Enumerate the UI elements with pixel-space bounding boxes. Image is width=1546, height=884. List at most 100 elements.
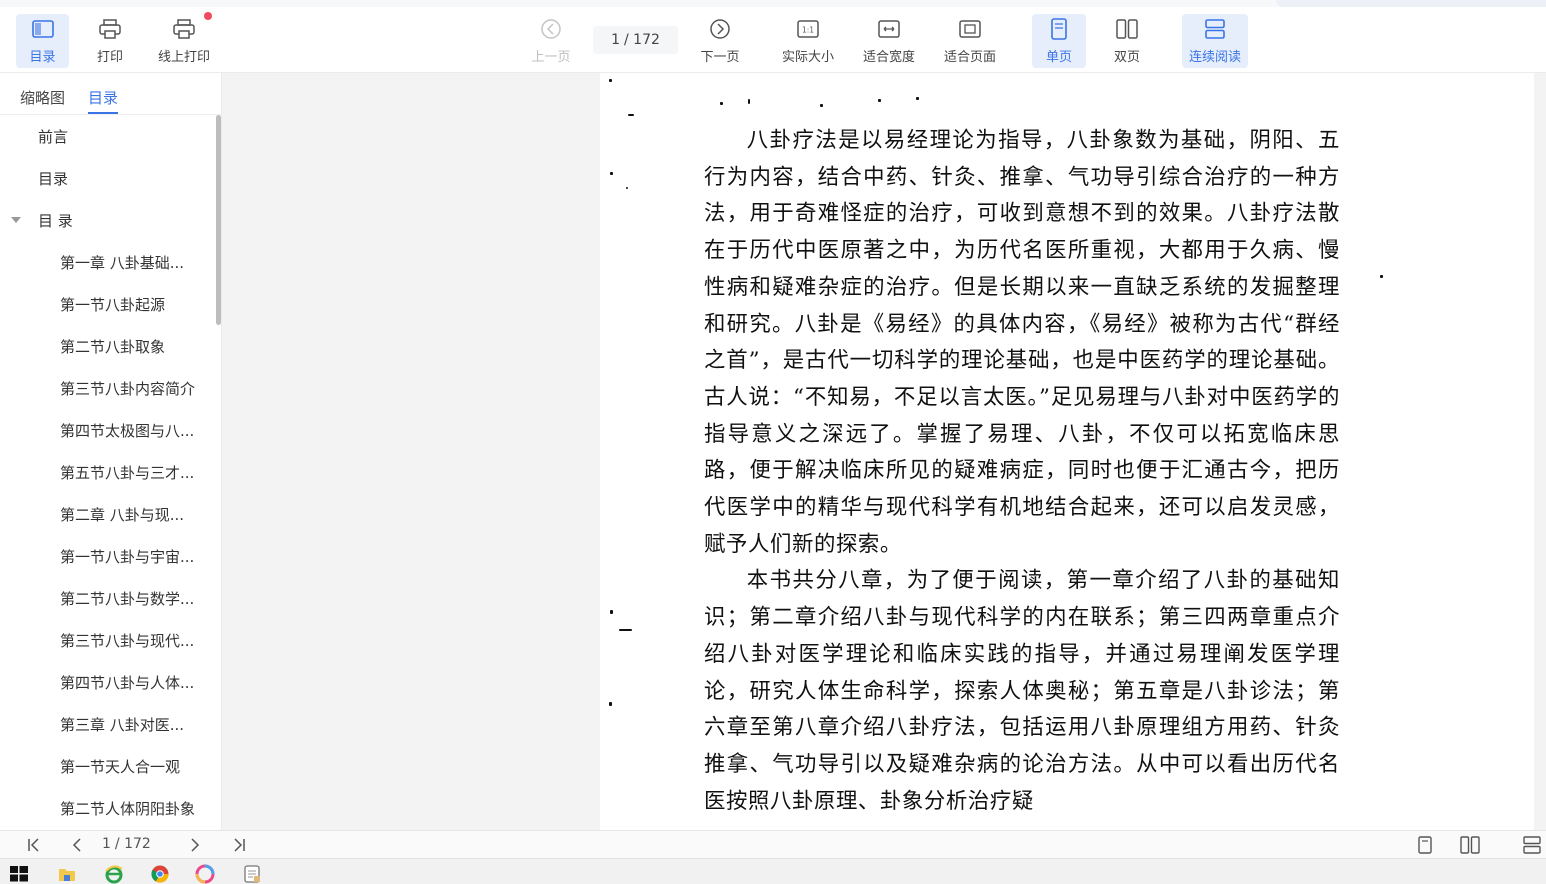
toc-list: 前言 目录 目 录 第一章 八卦基础... 第一节八卦起源 第二节八卦取象 第三…: [0, 116, 214, 830]
continuous-small-icon: [1523, 836, 1541, 854]
online-print-label: 线上打印: [157, 50, 210, 65]
toc-item-label: 第三节八卦与现代...: [60, 632, 195, 650]
fit-page-button[interactable]: 适合页面: [941, 14, 999, 68]
scan-speck: [878, 99, 881, 102]
file-explorer-icon[interactable]: [57, 864, 77, 884]
continuous-read-icon: [1203, 17, 1227, 41]
pdf-reader-window: 目录 打印 线上打印 上一页 1 / 172 下一页 1:1 实际大小 适合宽度…: [0, 0, 1546, 884]
actual-size-icon: 1:1: [796, 17, 820, 41]
toc-item[interactable]: 第四节八卦与人体...: [0, 662, 214, 704]
continuous-read-label: 连续阅读: [1188, 50, 1241, 65]
sidebar: 缩略图 目录 前言 目录 目 录 第一章 八卦基础... 第一节八卦起源 第二节…: [0, 73, 222, 830]
first-page-button[interactable]: [24, 835, 44, 855]
print-button[interactable]: 打印: [88, 14, 132, 68]
scan-speck: [916, 97, 919, 100]
toc-item-label: 第二节人体阴阳卦象: [60, 800, 196, 818]
fit-width-button[interactable]: 适合宽度: [860, 14, 918, 68]
prev-page-label: 上一页: [531, 50, 571, 65]
toc-item[interactable]: 第二节八卦取象: [0, 326, 214, 368]
double-page-small-button[interactable]: [1458, 835, 1482, 855]
next-page-button[interactable]: 下一页: [697, 14, 743, 68]
scan-speck: [720, 102, 723, 105]
toc-item[interactable]: 第一节八卦起源: [0, 284, 214, 326]
chrome-browser-icon[interactable]: [150, 864, 170, 884]
scan-speck: [609, 79, 612, 82]
sidebar-scrollbar[interactable]: [216, 115, 221, 325]
ie-browser-icon[interactable]: [104, 864, 124, 884]
next-page-small-button[interactable]: [184, 835, 204, 855]
tab-toc[interactable]: 目录: [88, 87, 119, 114]
toc-item-label: 目 录: [38, 212, 73, 230]
toc-item-label: 前言: [38, 128, 69, 146]
chevron-right-circle-icon: [708, 17, 732, 41]
notification-dot: [204, 12, 212, 20]
paragraph: 本书共分八章，为了便于阅读，第一章介绍了八卦的基础知识；第二章介绍八卦与现代科学…: [704, 568, 1340, 814]
actual-size-button[interactable]: 1:1 实际大小: [779, 14, 837, 68]
toc-item-label: 第三章 八卦对医...: [60, 716, 185, 734]
toc-toggle-button[interactable]: 目录: [16, 14, 69, 68]
double-page-button[interactable]: 双页: [1103, 14, 1151, 68]
sidebar-panel-icon: [31, 17, 55, 41]
single-page-button[interactable]: 单页: [1032, 14, 1086, 68]
toc-item[interactable]: 第三章 八卦对医...: [0, 704, 214, 746]
toc-item-label: 第一节八卦起源: [60, 296, 166, 314]
colorful-app-icon[interactable]: [195, 864, 215, 884]
toc-item-expanded[interactable]: 目 录: [0, 200, 214, 242]
page-indicator[interactable]: 1 / 172: [593, 26, 678, 54]
fit-page-label: 适合页面: [943, 50, 996, 65]
os-taskbar: [0, 858, 1546, 884]
printer-icon: [98, 17, 122, 41]
current-page-input[interactable]: 1: [611, 32, 620, 48]
toc-item[interactable]: 第一节八卦与宇宙...: [0, 536, 214, 578]
continuous-read-button[interactable]: 连续阅读: [1182, 14, 1248, 68]
toc-item[interactable]: 第三节八卦内容简介: [0, 368, 214, 410]
windows-start-icon[interactable]: [9, 864, 29, 884]
first-page-icon: [28, 838, 39, 852]
single-page-icon: [1047, 17, 1071, 41]
bottom-total-pages: / 172: [114, 836, 151, 852]
scan-speck: [628, 114, 634, 116]
toc-item-label: 目录: [38, 170, 69, 188]
toc-item-label: 第二节八卦与数学...: [60, 590, 195, 608]
toc-item[interactable]: 第五节八卦与三才...: [0, 452, 214, 494]
online-print-button[interactable]: 线上打印: [154, 12, 214, 68]
toc-item-label: 第四节太极图与八...: [60, 422, 195, 440]
toc-item[interactable]: 前言: [0, 116, 214, 158]
actual-size-label: 实际大小: [781, 50, 834, 65]
continuous-small-button[interactable]: [1522, 835, 1542, 855]
scan-speck: [748, 99, 750, 104]
double-page-label: 双页: [1113, 50, 1140, 65]
toc-item[interactable]: 第一章 八卦基础...: [0, 242, 214, 284]
bottom-current-page[interactable]: 1: [102, 836, 111, 852]
toc-item[interactable]: 第二节八卦与数学...: [0, 578, 214, 620]
toc-item[interactable]: 第三节八卦与现代...: [0, 620, 214, 662]
sidebar-tabs: 缩略图 目录: [0, 73, 221, 115]
toc-item[interactable]: 第二节人体阴阳卦象: [0, 788, 214, 830]
fit-page-icon: [958, 17, 982, 41]
toc-toggle-label: 目录: [29, 50, 56, 65]
scan-speck: [610, 610, 613, 614]
document-viewport[interactable]: 八卦疗法是以易经理论为指导，八卦象数为基础，阴阳、五行为内容，结合中药、针灸、推…: [222, 73, 1546, 830]
toc-item[interactable]: 第二章 八卦与现...: [0, 494, 214, 536]
toc-item-label: 第三节八卦内容简介: [60, 380, 196, 398]
window-top-blob: [1276, 0, 1546, 7]
bottom-page-indicator[interactable]: 1 / 172: [102, 836, 151, 852]
tab-thumbnails[interactable]: 缩略图: [20, 87, 65, 108]
toc-item-label: 第一节天人合一观: [60, 758, 181, 776]
prev-page-button[interactable]: 上一页: [528, 14, 574, 68]
chevron-right-icon: [191, 838, 200, 852]
notepad-app-icon[interactable]: [242, 864, 262, 884]
scan-speck: [609, 702, 612, 706]
single-page-small-button[interactable]: [1415, 835, 1435, 855]
toc-item[interactable]: 目录: [0, 158, 214, 200]
scan-speck: [610, 172, 613, 175]
online-printer-icon: [172, 17, 196, 41]
toc-item[interactable]: 第一节天人合一观: [0, 746, 214, 788]
caret-down-icon[interactable]: [11, 217, 21, 223]
last-page-button[interactable]: [229, 835, 249, 855]
fit-width-icon: [877, 17, 901, 41]
scan-speck: [820, 104, 823, 107]
prev-page-small-button[interactable]: [68, 835, 88, 855]
toc-item[interactable]: 第四节太极图与八...: [0, 410, 214, 452]
page-body-text: 八卦疗法是以易经理论为指导，八卦象数为基础，阴阳、五行为内容，结合中药、针灸、推…: [704, 123, 1340, 820]
